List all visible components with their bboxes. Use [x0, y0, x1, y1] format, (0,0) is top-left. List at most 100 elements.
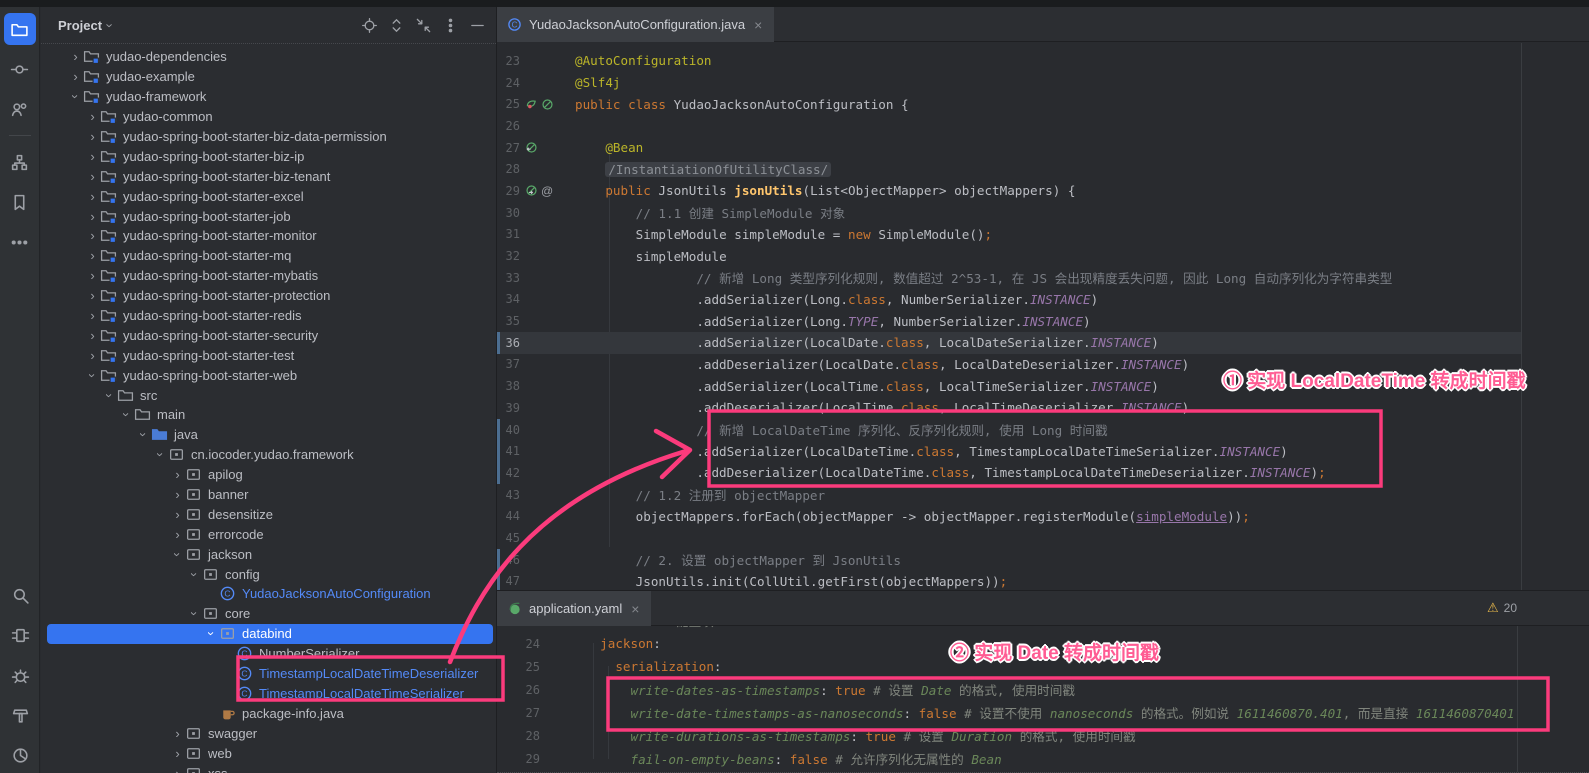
tree-item-yudao-framework[interactable]: ›yudao-framework [41, 87, 497, 107]
chevron-open-icon[interactable]: › [187, 567, 202, 582]
line-number[interactable]: 35 [500, 314, 520, 328]
at-icon[interactable]: @ [541, 184, 553, 198]
chevron-closed-icon[interactable]: › [170, 507, 185, 522]
yaml-code-area[interactable]: 23 # Jackson 配置项24 jackson:25 serializat… [497, 609, 1517, 770]
chevron-open-icon[interactable]: › [119, 407, 134, 422]
bean-left-icon[interactable] [525, 141, 538, 154]
line-number[interactable]: 25 [500, 97, 520, 111]
tree-item-yudao-spring-boot-starter-job[interactable]: ›yudao-spring-boot-starter-job [41, 206, 497, 226]
java-editor[interactable]: C YudaoJacksonAutoConfiguration.java × 2… [497, 7, 1589, 590]
bean-icon[interactable] [541, 98, 554, 111]
java-line-39[interactable]: 39 .addDeserializer(LocalTime.class, Loc… [497, 397, 1521, 419]
java-line-23[interactable]: 23@AutoConfiguration [497, 50, 1521, 72]
tree-item-YudaoJacksonAutoConfiguration[interactable]: CYudaoJacksonAutoConfiguration [41, 584, 497, 604]
chevron-closed-icon[interactable]: › [85, 228, 100, 243]
java-line-34[interactable]: 34 .addSerializer(Long.class, NumberSeri… [497, 289, 1521, 311]
run-configurations-icon[interactable] [4, 619, 36, 651]
java-line-40[interactable]: 40 // 新增 LocalDateTime 序列化、反序列化规则, 使用 Lo… [497, 419, 1521, 441]
line-number[interactable]: 39 [500, 401, 520, 415]
java-line-38[interactable]: 38 .addSerializer(LocalTime.class, Local… [497, 375, 1521, 397]
line-number[interactable]: 32 [500, 249, 520, 263]
java-line-46[interactable]: 46 // 2. 设置 objectMapper 到 JsonUtils [497, 549, 1521, 571]
tree-item-yudao-spring-boot-starter-biz-data-permission[interactable]: ›yudao-spring-boot-starter-biz-data-perm… [41, 127, 497, 147]
chevron-closed-icon[interactable]: › [170, 726, 185, 741]
tree-item-package-info.java[interactable]: package-info.java [41, 703, 497, 723]
chevron-closed-icon[interactable]: › [85, 268, 100, 283]
java-line-26[interactable]: 26 [497, 115, 1521, 137]
tree-item-yudao-spring-boot-starter-protection[interactable]: ›yudao-spring-boot-starter-protection [41, 286, 497, 306]
structure-icon[interactable] [4, 146, 36, 178]
pull-requests-icon[interactable] [4, 93, 36, 125]
tree-item-cn.iocoder.yudao.framework[interactable]: ›cn.iocoder.yudao.framework [41, 445, 497, 465]
line-number[interactable]: 33 [500, 271, 520, 285]
chevron-closed-icon[interactable]: › [85, 189, 100, 204]
yaml-line-28[interactable]: 28 write-durations-as-timestamps: true #… [497, 724, 1517, 747]
tree-item-TimestampLocalDateTimeSerializer[interactable]: CTimestampLocalDateTimeSerializer [41, 684, 497, 704]
tree-item-yudao-dependencies[interactable]: ›yudao-dependencies [41, 47, 497, 67]
profiler-icon[interactable] [4, 739, 36, 771]
tree-item-TimestampLocalDateTimeDeserializer[interactable]: CTimestampLocalDateTimeDeserializer [41, 664, 497, 684]
chevron-closed-icon[interactable]: › [170, 487, 185, 502]
tree-item-yudao-spring-boot-starter-mybatis[interactable]: ›yudao-spring-boot-starter-mybatis [41, 266, 497, 286]
project-panel-title[interactable]: Project [58, 18, 102, 33]
line-number[interactable]: 45 [500, 531, 520, 545]
build-icon[interactable] [4, 699, 36, 731]
tree-item-yudao-spring-boot-starter-security[interactable]: ›yudao-spring-boot-starter-security [41, 325, 497, 345]
line-number[interactable]: 31 [500, 227, 520, 241]
chevron-closed-icon[interactable]: › [85, 308, 100, 323]
line-number[interactable]: 38 [500, 379, 520, 393]
java-line-29[interactable]: 29@ public JsonUtils jsonUtils(List<Obje… [497, 180, 1521, 202]
tree-item-banner[interactable]: ›banner [41, 485, 497, 505]
chevron-closed-icon[interactable]: › [68, 49, 83, 64]
tree-item-yudao-common[interactable]: ›yudao-common [41, 107, 497, 127]
tree-item-config[interactable]: ›config [41, 564, 497, 584]
tab-java-file[interactable]: C YudaoJacksonAutoConfiguration.java × [497, 7, 774, 42]
line-number[interactable]: 26 [500, 683, 540, 697]
java-line-28[interactable]: 28 /InstantiationOfUtilityClass/ [497, 158, 1521, 180]
tree-item-jackson[interactable]: ›jackson [41, 544, 497, 564]
yaml-line-25[interactable]: 25 serialization: [497, 655, 1517, 678]
line-number[interactable]: 24 [500, 637, 540, 651]
project-tree[interactable]: ›yudao-dependencies›yudao-example›yudao-… [41, 47, 497, 773]
line-number[interactable]: 47 [500, 574, 520, 588]
locate-file-icon[interactable] [361, 17, 378, 34]
java-line-45[interactable]: 45 [497, 527, 1521, 549]
tree-item-java[interactable]: ›java [41, 425, 497, 445]
chevron-closed-icon[interactable]: › [170, 467, 185, 482]
line-number[interactable]: 25 [500, 660, 540, 674]
tree-item-yudao-spring-boot-starter-biz-ip[interactable]: ›yudao-spring-boot-starter-biz-ip [41, 146, 497, 166]
chevron-closed-icon[interactable]: › [85, 348, 100, 363]
options-kebab-icon[interactable] [442, 17, 459, 34]
close-icon[interactable]: × [631, 601, 639, 617]
springboot-icon[interactable] [525, 98, 538, 111]
chevron-closed-icon[interactable]: › [85, 288, 100, 303]
chevron-open-icon[interactable]: › [85, 368, 100, 383]
tree-item-web[interactable]: ›web [41, 743, 497, 763]
chevron-open-icon[interactable]: › [187, 606, 202, 621]
line-number[interactable]: 34 [500, 292, 520, 306]
collapse-all-icon[interactable] [415, 17, 432, 34]
java-line-36[interactable]: 36 .addSerializer(LocalDate.class, Local… [497, 332, 1521, 354]
yaml-line-24[interactable]: 24 jackson: [497, 632, 1517, 655]
tree-item-yudao-spring-boot-starter-biz-tenant[interactable]: ›yudao-spring-boot-starter-biz-tenant [41, 166, 497, 186]
chevron-closed-icon[interactable]: › [170, 746, 185, 761]
commit-icon[interactable] [4, 53, 36, 85]
yaml-line-27[interactable]: 27 write-date-timestamps-as-nanoseconds:… [497, 701, 1517, 724]
tree-item-yudao-example[interactable]: ›yudao-example [41, 67, 497, 87]
tree-item-xss[interactable]: ›xss [41, 763, 497, 773]
chevron-closed-icon[interactable]: › [85, 129, 100, 144]
tree-item-databind[interactable]: ›databind [41, 624, 497, 644]
java-line-37[interactable]: 37 .addDeserializer(LocalDate.class, Loc… [497, 354, 1521, 376]
line-number[interactable]: 28 [500, 729, 540, 743]
project-icon[interactable] [4, 13, 36, 45]
tree-item-yudao-spring-boot-starter-mq[interactable]: ›yudao-spring-boot-starter-mq [41, 246, 497, 266]
yaml-line-29[interactable]: 29 fail-on-empty-beans: false # 允许序列化无属性… [497, 747, 1517, 770]
tree-item-NumberSerializer[interactable]: CNumberSerializer [41, 644, 497, 664]
line-number[interactable]: 27 [500, 141, 520, 155]
yaml-line-26[interactable]: 26 write-dates-as-timestamps: true # 设置 … [497, 678, 1517, 701]
line-number[interactable]: 30 [500, 206, 520, 220]
tree-item-yudao-spring-boot-starter-web[interactable]: ›yudao-spring-boot-starter-web [41, 365, 497, 385]
close-icon[interactable]: × [754, 17, 762, 33]
tab-yaml-file[interactable]: application.yaml × [497, 591, 651, 626]
java-line-30[interactable]: 30 // 1.1 创建 SimpleModule 对象 [497, 202, 1521, 224]
